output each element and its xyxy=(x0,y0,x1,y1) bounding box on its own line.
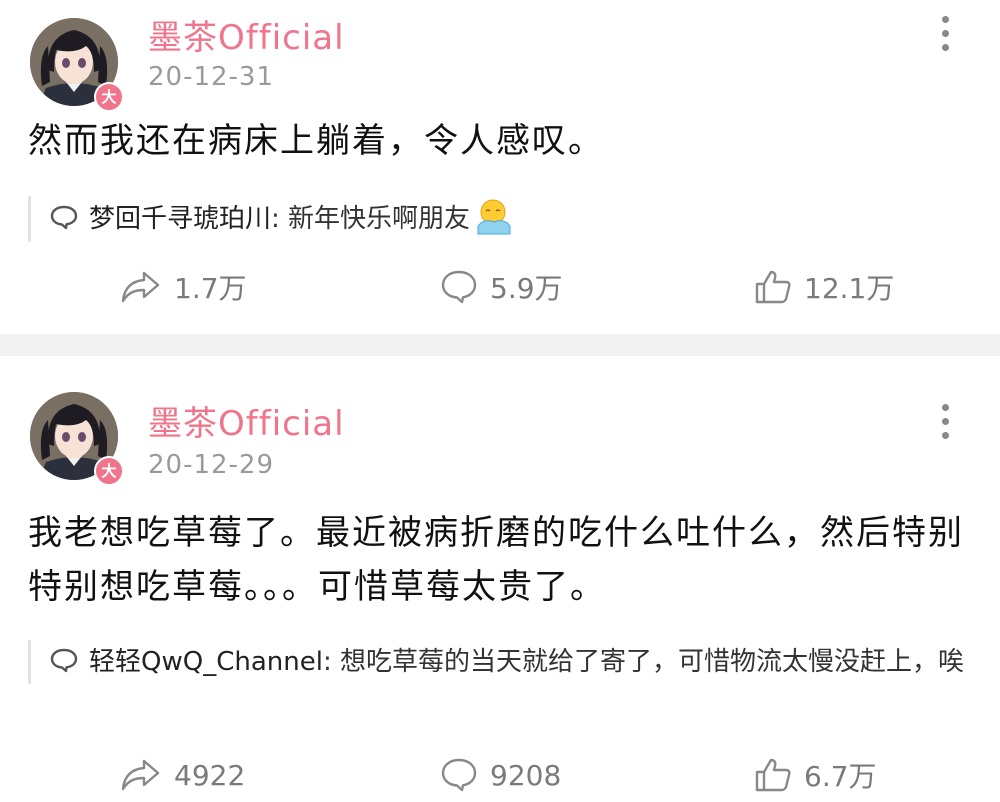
commenter-name[interactable]: 梦回千寻琥珀川 xyxy=(89,204,271,234)
commenter-name[interactable]: 轻轻QwQ_Channel xyxy=(89,647,323,677)
avatar[interactable]: 大 xyxy=(28,390,124,486)
feed-divider xyxy=(0,334,1000,356)
avatar[interactable]: 大 xyxy=(28,16,124,112)
like-button[interactable]: 12.1万 xyxy=(754,262,894,312)
action-bar: 1.7万 5.9万 12.1万 xyxy=(0,262,1000,312)
comment-separator: : xyxy=(271,204,280,234)
like-count: 12.1万 xyxy=(804,272,895,305)
comment-button[interactable]: 9208 xyxy=(440,750,561,800)
thumbs-up-icon xyxy=(755,758,791,792)
verified-badge: 大 xyxy=(94,82,124,112)
share-button[interactable]: 4922 xyxy=(120,750,245,800)
post-date: 20-12-31 xyxy=(148,62,275,92)
hug-emoji xyxy=(477,199,511,234)
hot-comment[interactable]: 轻轻QwQ_Channel: 想吃草莓的当天就给了寄了，可惜物流太慢没赶上，唉 xyxy=(28,640,994,684)
verified-badge: 大 xyxy=(94,456,124,486)
share-count: 1.7万 xyxy=(174,272,247,305)
like-button[interactable]: 6.7万 xyxy=(754,750,877,800)
comment-count: 9208 xyxy=(490,758,562,792)
share-button[interactable]: 1.7万 xyxy=(120,262,247,312)
post-date: 20-12-29 xyxy=(148,450,275,480)
share-icon xyxy=(121,271,160,303)
share-count: 4922 xyxy=(174,758,246,792)
comment-bubble-icon xyxy=(50,205,78,229)
comment-bubble-icon xyxy=(50,648,78,672)
comment-icon xyxy=(441,758,477,792)
comment-icon xyxy=(441,270,477,304)
action-bar: 4922 9208 6.7万 xyxy=(0,750,1000,800)
author-name[interactable]: 墨茶Official xyxy=(148,10,345,59)
thumbs-up-icon xyxy=(755,270,791,304)
post-text: 我老想吃草莓了。最近被病折磨的吃什么吐什么，然后特别特别想吃草莓。。。可惜草莓太… xyxy=(28,513,964,607)
comment-text: 新年快乐啊朋友 xyxy=(288,204,471,234)
hot-comment[interactable]: 梦回千寻琥珀川: 新年快乐啊朋友 xyxy=(28,196,994,242)
more-options-icon[interactable] xyxy=(930,14,960,54)
post-text: 然而我还在病床上躺着，令人感叹。 xyxy=(28,121,604,161)
post-card[interactable]: 大 墨茶Official 20-12-29 我老想吃草莓了。最近被病折磨的吃什么… xyxy=(0,356,1000,802)
comment-count: 5.9万 xyxy=(490,272,563,305)
comment-text: 想吃草莓的当天就给了寄了，可惜物流太慢没赶上，唉 xyxy=(339,647,964,677)
more-options-icon[interactable] xyxy=(930,402,960,442)
comment-button[interactable]: 5.9万 xyxy=(440,262,563,312)
like-count: 6.7万 xyxy=(804,760,877,793)
comment-separator: : xyxy=(322,647,332,677)
share-icon xyxy=(121,759,160,791)
author-name[interactable]: 墨茶Official xyxy=(148,396,345,445)
post-card[interactable]: 大 墨茶Official 20-12-31 然而我还在病床上躺着，令人感叹。 梦… xyxy=(0,0,1000,334)
